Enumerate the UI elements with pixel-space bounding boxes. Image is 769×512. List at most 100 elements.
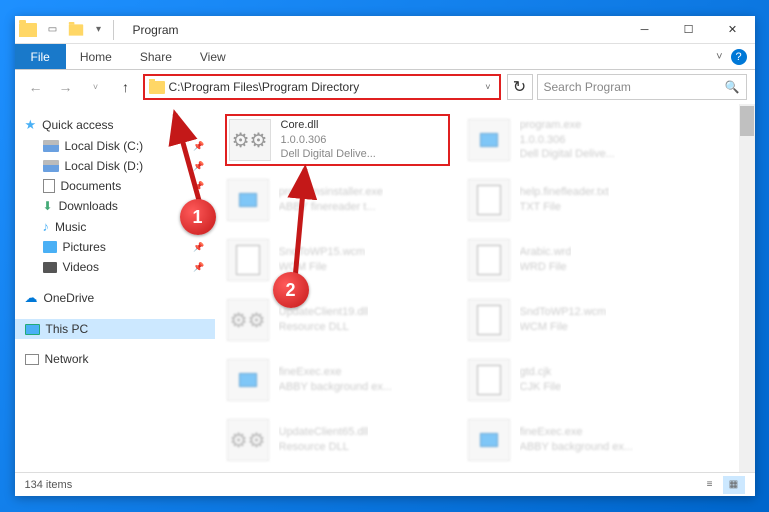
file-meta: CJK File xyxy=(520,380,562,395)
file-name: program.exe xyxy=(520,118,615,133)
tab-view[interactable]: View xyxy=(186,44,240,69)
star-icon: ★ xyxy=(25,117,37,133)
file-meta: Resource DLL xyxy=(279,440,369,455)
file-icon xyxy=(468,359,510,401)
maximize-button[interactable]: ☐ xyxy=(667,16,711,44)
file-item[interactable]: ⚙⚙UpdateClient65.dllResource DLL xyxy=(225,414,450,466)
document-icon xyxy=(43,179,55,193)
nav-label: Videos xyxy=(63,260,99,274)
nav-label: Pictures xyxy=(63,240,106,254)
file-name: Arabic.wrd xyxy=(520,245,572,260)
tab-home[interactable]: Home xyxy=(66,44,126,69)
ribbon-expand-icon[interactable]: ˅ xyxy=(716,51,722,63)
nav-onedrive[interactable]: ☁OneDrive xyxy=(15,287,215,309)
picture-icon xyxy=(43,241,57,253)
file-item[interactable]: fineExec.exeABBY background ex... xyxy=(466,414,691,466)
nav-label: Network xyxy=(45,352,89,366)
title-bar: ▭ ▾ Program ─ ☐ ✕ xyxy=(15,16,755,44)
annotation-arrow-2 xyxy=(275,159,335,289)
file-item[interactable]: programsinstaller.exeABBY finereader t..… xyxy=(225,174,450,226)
nav-this-pc[interactable]: This PC xyxy=(15,319,215,339)
app-icon xyxy=(227,359,269,401)
pc-icon xyxy=(25,324,40,335)
file-meta: Resource DLL xyxy=(279,320,369,335)
dll-icon: ⚙⚙ xyxy=(229,119,271,161)
nav-label: Downloads xyxy=(59,199,118,213)
file-name: UpdateClient65.dll xyxy=(279,425,369,440)
file-item[interactable]: fineExec.exeABBY background ex... xyxy=(225,354,450,406)
pin-icon: 📌 xyxy=(193,242,204,253)
nav-label: This PC xyxy=(46,322,89,336)
qat-properties-icon[interactable]: ▭ xyxy=(43,20,63,40)
address-dropdown-icon[interactable]: ˅ xyxy=(481,82,494,92)
quick-access-label: Quick access xyxy=(42,118,113,132)
close-button[interactable]: ✕ xyxy=(711,16,755,44)
file-icon xyxy=(468,299,510,341)
window-title: Program xyxy=(133,23,179,37)
back-button[interactable]: ← xyxy=(23,74,49,100)
file-item[interactable]: ⚙⚙UpdateClient19.dllResource DLL xyxy=(225,294,450,346)
up-button[interactable]: ↑ xyxy=(113,74,139,100)
dll-icon: ⚙⚙ xyxy=(227,299,269,341)
search-placeholder: Search Program xyxy=(544,80,725,94)
file-item[interactable]: program.exe1.0.0.306Dell Digital Delive.… xyxy=(466,114,691,166)
file-name: gtd.cjk xyxy=(520,365,562,380)
titlebar-icons: ▭ ▾ xyxy=(15,20,125,40)
file-item[interactable]: help.finefleader.txtTXT File xyxy=(466,174,691,226)
ribbon-right: ˅ ? xyxy=(708,44,754,69)
nav-group-network: Network xyxy=(15,349,215,369)
search-icon[interactable]: 🔍 xyxy=(725,80,740,94)
window-controls: ─ ☐ ✕ xyxy=(623,16,755,44)
file-icon xyxy=(468,239,510,281)
file-item[interactable]: Arabic.wrdWRD File xyxy=(466,234,691,286)
scrollbar-thumb[interactable] xyxy=(740,106,754,136)
txt-icon xyxy=(468,179,510,221)
status-item-count: 134 items xyxy=(25,479,73,491)
status-bar: 134 items ≡ ▦ xyxy=(15,472,755,496)
file-item[interactable]: SndToWP15.wcmWCM File xyxy=(225,234,450,286)
nav-item-pictures[interactable]: Pictures 📌 xyxy=(15,237,215,257)
help-icon[interactable]: ? xyxy=(731,49,747,65)
drive-icon xyxy=(43,160,59,172)
nav-group-this-pc: This PC xyxy=(15,319,215,339)
address-row: ← → ˅ ↑ C:\Program Files\Program Directo… xyxy=(15,70,755,104)
nav-label: Documents xyxy=(61,179,122,193)
file-name: SndToWP12.wcm xyxy=(520,305,607,320)
annotation-callout-2: 2 xyxy=(273,272,309,308)
qat-new-folder-icon[interactable] xyxy=(66,20,86,40)
file-tab[interactable]: File xyxy=(15,44,66,69)
address-path[interactable]: C:\Program Files\Program Directory xyxy=(169,80,478,94)
file-item-core-dll[interactable]: ⚙⚙ Core.dll 1.0.0.306 Dell Digital Deliv… xyxy=(225,114,450,166)
nav-item-videos[interactable]: Videos 📌 xyxy=(15,257,215,277)
app-icon xyxy=(468,419,510,461)
recent-dropdown-icon[interactable]: ˅ xyxy=(83,74,109,100)
address-bar[interactable]: C:\Program Files\Program Directory ˅ xyxy=(143,74,501,100)
video-icon xyxy=(43,262,57,273)
file-meta: ABBY background ex... xyxy=(279,380,393,395)
minimize-button[interactable]: ─ xyxy=(623,16,667,44)
scrollbar[interactable] xyxy=(739,104,755,472)
nav-network[interactable]: Network xyxy=(15,349,215,369)
view-tiles-button[interactable]: ▦ xyxy=(723,476,745,494)
nav-label: OneDrive xyxy=(44,291,95,305)
tab-share[interactable]: Share xyxy=(126,44,186,69)
qat-dropdown-icon[interactable]: ▾ xyxy=(89,20,109,40)
file-name: fineExec.exe xyxy=(279,365,393,380)
file-meta: Dell Digital Delive... xyxy=(520,147,615,162)
status-view-switcher: ≡ ▦ xyxy=(699,476,745,494)
drive-icon xyxy=(43,140,59,152)
nav-label: Local Disk (D:) xyxy=(65,159,144,173)
nav-label: Music xyxy=(55,220,86,234)
pin-icon: 📌 xyxy=(193,262,204,273)
forward-button[interactable]: → xyxy=(53,74,79,100)
explorer-window: ▭ ▾ Program ─ ☐ ✕ File Home Share View ˅… xyxy=(15,16,755,496)
search-box[interactable]: Search Program 🔍 xyxy=(537,74,747,100)
file-item[interactable]: gtd.cjkCJK File xyxy=(466,354,691,406)
file-meta: WRD File xyxy=(520,260,572,275)
file-item[interactable]: SndToWP12.wcmWCM File xyxy=(466,294,691,346)
refresh-button[interactable]: ↻ xyxy=(507,74,533,100)
ribbon: File Home Share View ˅ ? xyxy=(15,44,755,70)
quick-access-toolbar: ▭ ▾ xyxy=(43,20,109,40)
body: ★ Quick access Local Disk (C:)📌 Local Di… xyxy=(15,104,755,472)
view-details-button[interactable]: ≡ xyxy=(699,476,721,494)
